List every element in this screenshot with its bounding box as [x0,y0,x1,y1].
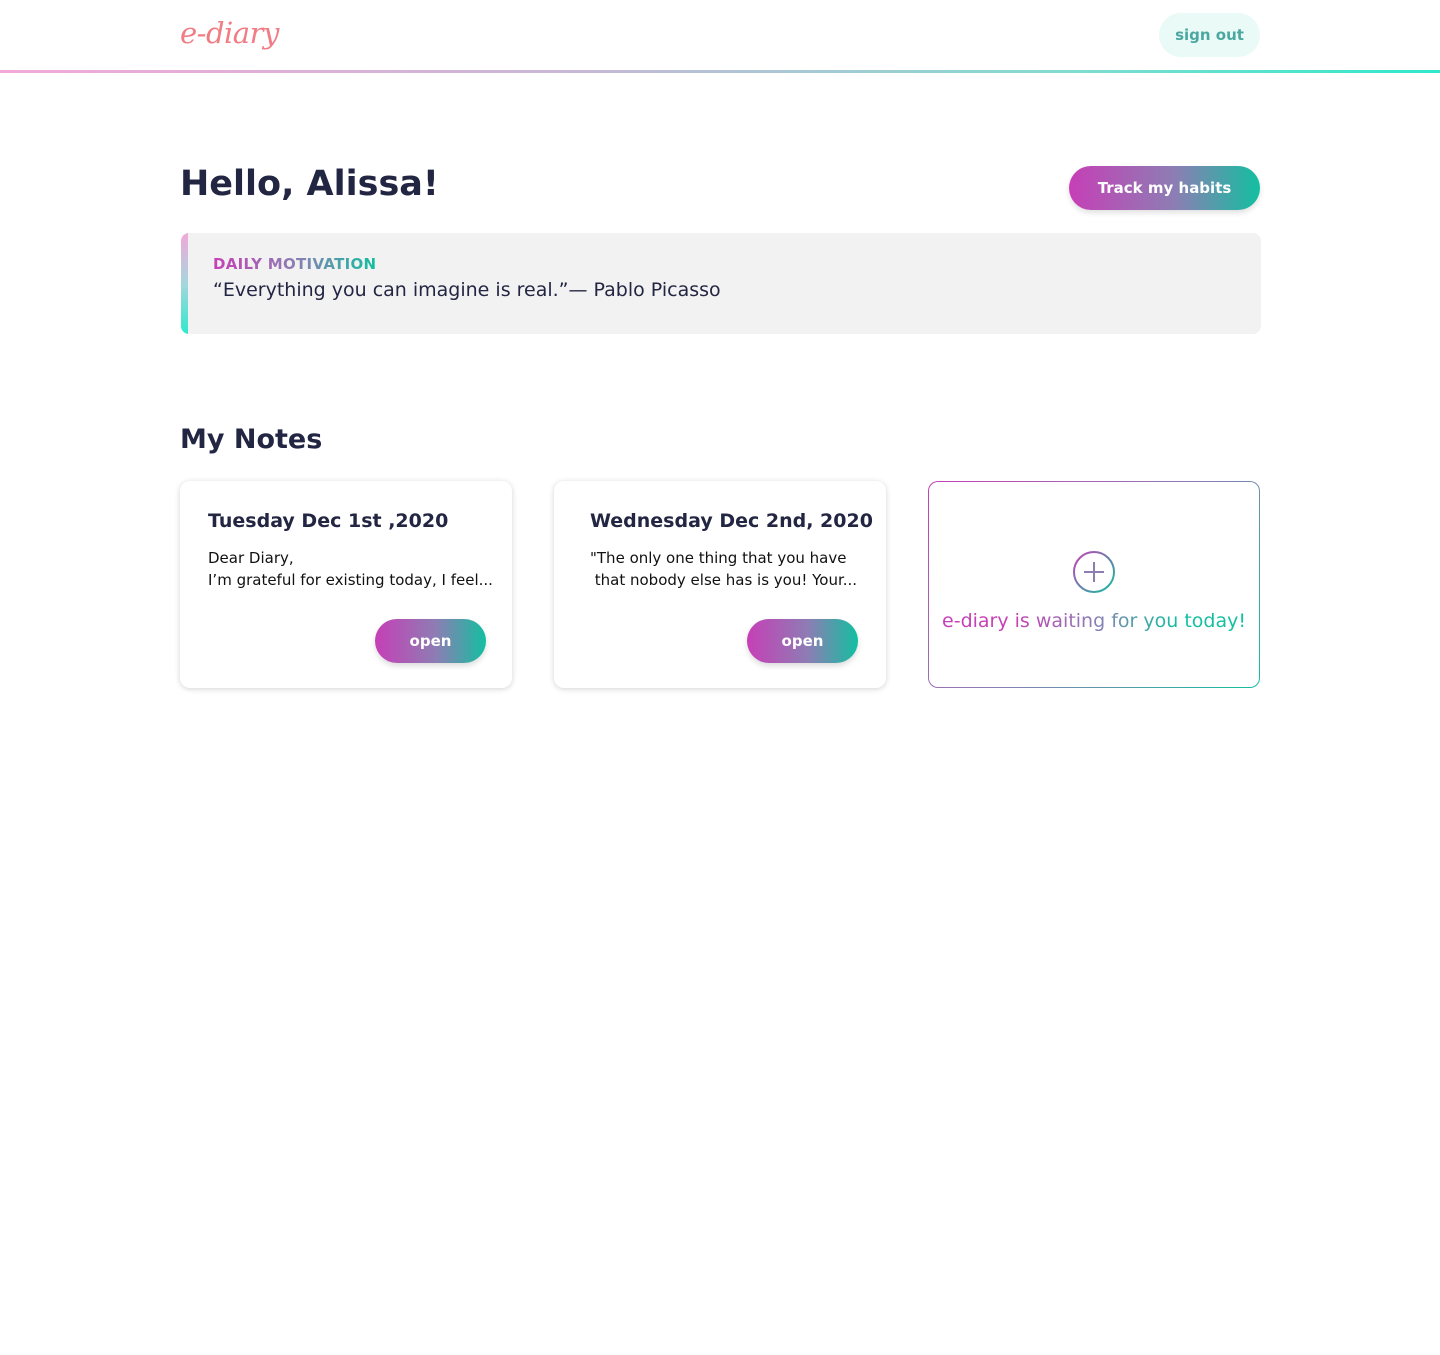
note-excerpt: Dear Diary, I’m grateful for existing to… [208,549,493,589]
new-note-prompt: e-diary is waiting for you today! [929,608,1259,635]
notes-section-title: My Notes [180,424,323,455]
note-card: Wednesday Dec 2nd, 2020 "The only one th… [554,481,886,688]
note-date: Tuesday Dec 1st ,2020 [208,510,449,532]
app-logo[interactable]: e-diary [180,16,279,50]
note-card: Tuesday Dec 1st ,2020 Dear Diary, I’m gr… [180,481,512,688]
open-note-button[interactable]: open [375,619,486,663]
sign-out-button[interactable]: sign out [1159,13,1260,57]
new-note-card[interactable]: e-diary is waiting for you today! [928,481,1260,688]
plus-circle-icon [1073,551,1115,593]
note-date: Wednesday Dec 2nd, 2020 [590,510,873,532]
motivation-accent-bar [181,233,188,334]
motivation-label: DAILY MOTIVATION [213,255,377,273]
motivation-quote: “Everything you can imagine is real.”— P… [213,279,721,301]
track-habits-button[interactable]: Track my habits [1069,166,1260,210]
daily-motivation-panel: DAILY MOTIVATION “Everything you can ima… [181,233,1261,334]
header-divider [0,70,1440,73]
new-note-card-body: e-diary is waiting for you today! [929,482,1259,687]
top-header: e-diary sign out [0,0,1440,73]
greeting-title: Hello, Alissa! [180,164,439,204]
note-excerpt: "The only one thing that you have that n… [590,549,858,589]
open-note-button[interactable]: open [747,619,858,663]
